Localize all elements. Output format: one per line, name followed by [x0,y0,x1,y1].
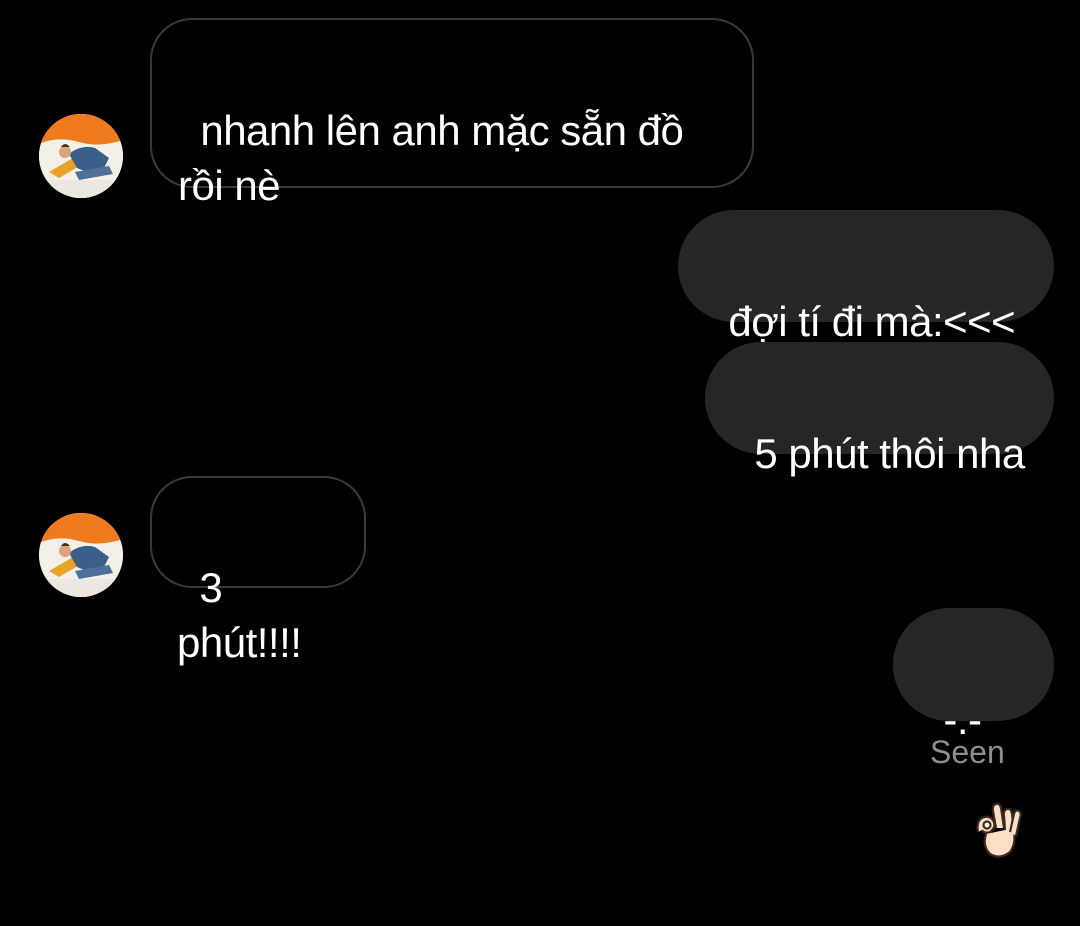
contact-avatar[interactable] [39,114,123,198]
message-bubble-sent[interactable]: 5 phút thôi nha [705,342,1054,477]
message-bubble-sent[interactable]: đợi tí đi mà:<<< [678,210,1054,345]
seen-status: Seen [930,734,1005,770]
avatar-photo [39,114,123,198]
contact-avatar[interactable] [39,513,123,597]
message-text: nhanh lên anh mặc sẵn đồ rồi nè [178,107,684,209]
chat-screen: { "conversation": { "messages": [ { "sen… [0,0,1080,858]
message-bubble-sent[interactable]: -.- [893,608,1054,858]
message-bubble-received[interactable]: nhanh lên anh mặc sẵn đồ rồi nè [150,18,754,209]
message-text: đợi tí đi mà:<<< [728,298,1016,345]
message-text: 3 phút!!!! [177,564,302,666]
avatar-photo [39,513,123,597]
ok-hand-emoji-icon [923,747,1022,926]
message-bubble-received[interactable]: 3 phút!!!! [150,476,366,666]
message-text: 5 phút thôi nha [754,430,1025,477]
